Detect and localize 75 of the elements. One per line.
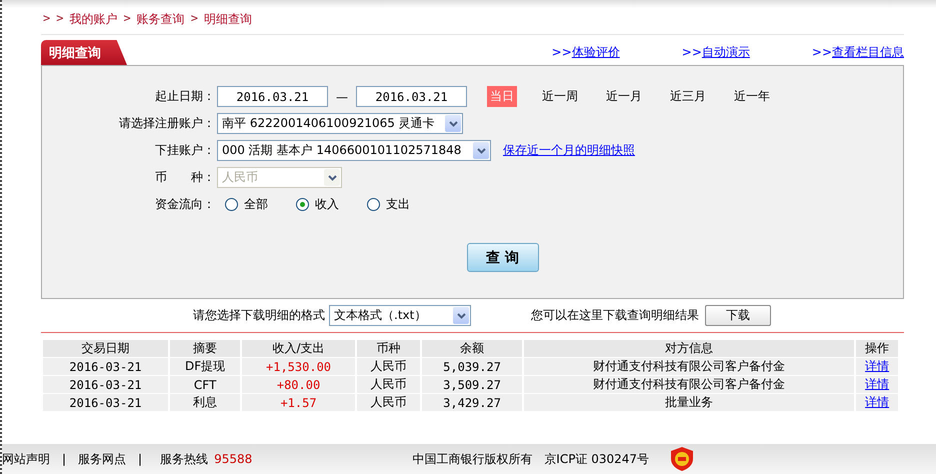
download-hint: 您可以在这里下载查询明细结果 [531, 307, 699, 324]
header-link[interactable]: >>体验评价 [552, 44, 620, 61]
field-label: 资金流向： [154, 196, 216, 213]
breadcrumb-link[interactable]: 账务查询 [136, 11, 185, 28]
table-cell: 5,039.27 [420, 358, 524, 376]
start-date-field[interactable]: 2016.03.21 [217, 86, 328, 107]
query-button[interactable]: 查 询 [466, 243, 538, 272]
copyright-text: 中国工商银行版权所有 [412, 450, 532, 468]
download-format-label: 请您选择下载明细的格式 [193, 307, 325, 324]
table-cell: 人民币 [356, 394, 421, 411]
radio-button[interactable] [367, 198, 380, 211]
radio-button[interactable] [296, 198, 309, 211]
emblem-icon [669, 446, 696, 472]
column-header: 操作 [855, 340, 898, 358]
field-label: 下挂账户： [154, 142, 216, 159]
range-option[interactable]: 近一年 [731, 86, 773, 107]
chevron-down-icon [476, 148, 486, 154]
chevron-down-icon [448, 120, 458, 126]
breadcrumb-separator: > [190, 11, 198, 27]
account-select[interactable]: 南平 6222001406100921065 灵通卡 [217, 113, 463, 134]
icp-text: 京ICP证 030247号 [544, 450, 650, 468]
column-header: 交易日期 [42, 340, 170, 358]
table-cell: 2016-03-21 [42, 376, 170, 394]
table-cell: DF提现 [169, 358, 242, 376]
table-cell: 3,429.27 [420, 394, 524, 411]
column-header: 摘要 [169, 340, 242, 358]
column-header: 币种 [356, 340, 421, 358]
table-cell: 利息 [169, 394, 242, 411]
footer-link[interactable]: 服务网点 [78, 450, 126, 468]
radio-label[interactable]: 全部 [244, 196, 268, 213]
radio-label[interactable]: 支出 [386, 196, 410, 213]
table-cell: 2016-03-21 [42, 358, 170, 376]
range-option[interactable]: 近三月 [667, 86, 709, 107]
radio-button[interactable] [225, 198, 238, 211]
breadcrumb-separator: > [56, 11, 64, 27]
breadcrumb-link[interactable]: 明细查询 [204, 11, 252, 28]
range-option[interactable]: 近一月 [603, 86, 645, 107]
table-cell: +1.57 [241, 394, 356, 411]
format-select[interactable]: 文本格式（.txt） [329, 305, 471, 326]
panel-tab[interactable]: 明细查询 [41, 40, 127, 65]
hotline-number: 95588 [214, 452, 252, 466]
download-button[interactable]: 下载 [705, 305, 771, 326]
footer-divider: | [62, 452, 66, 466]
save-snapshot-link[interactable]: 保存近一个月的明细快照 [503, 142, 635, 159]
breadcrumb-separator: > [123, 11, 131, 27]
column-header: 收入/支出 [241, 340, 356, 358]
field-label: 起止日期： [154, 88, 216, 105]
hotline-label: 服务热线 [160, 450, 208, 468]
chevron-down-icon [456, 312, 466, 318]
radio-label[interactable]: 收入 [315, 196, 339, 213]
table-cell: 财付通支付科技有限公司客户备付金 [523, 358, 856, 376]
table-cell: 人民币 [356, 376, 421, 394]
table-cell: 财付通支付科技有限公司客户备付金 [523, 376, 856, 394]
column-header: 对方信息 [523, 340, 856, 358]
range-option[interactable]: 近一周 [539, 86, 581, 107]
chevron-down-icon [328, 174, 336, 180]
footer-link[interactable]: 网站声明 [2, 450, 50, 468]
table-cell: CFT [169, 376, 242, 394]
header-link[interactable]: >>查看栏目信息 [812, 44, 904, 61]
field-label: 请选择注册账户： [118, 115, 216, 132]
table-cell: 批量业务 [523, 394, 856, 411]
field-label: 币 种： [154, 169, 216, 186]
header-link[interactable]: >>自动演示 [682, 44, 750, 61]
breadcrumb-separator: > [43, 11, 50, 27]
end-date-field[interactable]: 2016.03.21 [356, 86, 467, 107]
footer-divider: | [138, 452, 142, 466]
breadcrumb-link[interactable]: 我的账户 [69, 11, 118, 28]
table-cell: 3,509.27 [420, 376, 524, 394]
table-cell: +1,530.00 [241, 358, 356, 376]
table-cell: 2016-03-21 [42, 394, 170, 411]
column-header: 余额 [420, 340, 524, 358]
table-cell: 人民币 [356, 358, 421, 376]
table-cell: +80.00 [241, 376, 356, 394]
date-dash: — [336, 90, 348, 104]
sub-account-select[interactable]: 000 活期 基本户 1406600101102571848 [217, 140, 491, 161]
